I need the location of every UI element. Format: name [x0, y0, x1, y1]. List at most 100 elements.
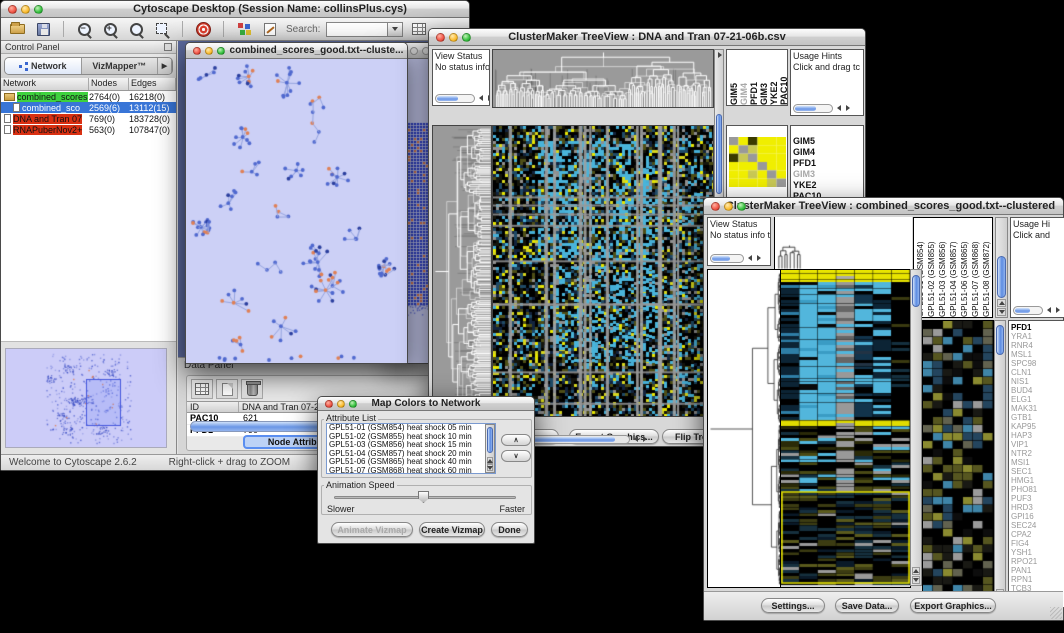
scrollbar-track[interactable] [793, 104, 833, 113]
tv2-export-graphics-button[interactable]: Export Graphics... [910, 598, 996, 613]
move-down-button[interactable]: ∨ [501, 450, 531, 462]
new-attribute-button[interactable] [216, 379, 238, 399]
gene-label[interactable]: SEC24 [1009, 521, 1064, 530]
gene-label[interactable]: PFD1 [791, 158, 863, 169]
gene-label[interactable]: SPC98 [1009, 359, 1064, 368]
close-button[interactable] [436, 33, 445, 42]
minimize-button[interactable] [337, 400, 345, 408]
vizmapper-button[interactable] [234, 20, 254, 38]
zoom-window-button[interactable] [737, 202, 746, 211]
zoom-out-button[interactable]: − [74, 20, 94, 38]
gene-label[interactable]: PFD1 [1009, 323, 1064, 332]
scrollbar-thumb[interactable] [716, 114, 722, 194]
dialog-titlebar[interactable]: Map Colors to Network [318, 397, 534, 411]
tv2-heatmap-vscrollbar[interactable] [910, 269, 922, 586]
close-button[interactable] [193, 47, 201, 55]
minimize-button[interactable] [205, 47, 213, 55]
gene-label[interactable]: HAP3 [1009, 431, 1064, 440]
gene-label[interactable]: VIP1 [1009, 440, 1064, 449]
tv1-heatmap[interactable] [492, 125, 714, 417]
scroll-right-icon[interactable] [643, 436, 650, 442]
birdseye-view[interactable] [5, 348, 167, 448]
scrollbar-thumb[interactable] [712, 256, 730, 261]
scrollbar-track[interactable] [1013, 306, 1043, 315]
col-id[interactable]: ID [187, 402, 239, 412]
column-label[interactable]: GPL51-04 (GSM857) [948, 218, 959, 317]
network-row[interactable]: RNAPuberNov2+ 563(0) 107847(0) [1, 124, 176, 135]
tab-overflow-button[interactable]: ▶ [158, 58, 172, 74]
tv2-column-dendrogram[interactable] [774, 217, 912, 270]
network-canvas[interactable] [186, 59, 407, 363]
gene-label[interactable]: GIM3 [791, 169, 863, 180]
zoom-window-button[interactable] [34, 5, 43, 14]
gene-label[interactable]: NTR2 [1009, 449, 1064, 458]
gene-label[interactable]: SEC1 [1009, 467, 1064, 476]
column-label[interactable]: GIM3 [759, 50, 769, 105]
tv2-save-data-button[interactable]: Save Data... [835, 598, 899, 613]
gene-label[interactable]: CLN1 [1009, 368, 1064, 377]
gene-label[interactable]: PHO81 [1009, 485, 1064, 494]
gene-label[interactable]: RPO21 [1009, 557, 1064, 566]
gene-label[interactable]: BUD4 [1009, 386, 1064, 395]
scrollbar-track[interactable] [710, 254, 744, 263]
delete-attribute-button[interactable] [241, 379, 263, 399]
scrollbar-thumb[interactable] [1015, 308, 1030, 313]
gene-label[interactable]: PUF3 [1009, 494, 1064, 503]
scrollbar-thumb[interactable] [912, 275, 920, 307]
scrollbar-track[interactable] [435, 94, 475, 103]
column-label[interactable]: YKE2 [769, 50, 779, 105]
zoom-selected-button[interactable] [152, 20, 172, 38]
network-row[interactable]: combined_scores 2764(0) 16218(0) [1, 91, 176, 102]
tv2-zoom-heatmap[interactable] [922, 320, 994, 608]
tv2-genelist-vscrollbar[interactable] [994, 320, 1006, 608]
scroll-right-icon[interactable] [846, 105, 853, 111]
gene-label[interactable]: KAP95 [1009, 422, 1064, 431]
gene-label[interactable]: YKE2 [791, 180, 863, 191]
zoom-window-button[interactable] [217, 47, 225, 55]
scroll-right-icon[interactable] [1056, 307, 1063, 313]
tv1-status-hscrollbar[interactable] [435, 93, 490, 103]
scroll-left-icon[interactable] [476, 95, 483, 101]
minimize-button[interactable] [21, 5, 30, 14]
attribute-list-vscrollbar[interactable] [485, 424, 495, 473]
network-row[interactable]: DNA and Tran 07 769(0) 183728(0) [1, 113, 176, 124]
gene-label[interactable]: CPA2 [1009, 530, 1064, 539]
move-up-button[interactable]: ∧ [501, 434, 531, 446]
search-input[interactable] [326, 22, 388, 37]
gene-label[interactable]: RNR4 [1009, 341, 1064, 350]
attribute-list-item[interactable]: GPL51-07 (GSM868) heat shock 60 min [327, 467, 495, 474]
scroll-left-icon[interactable] [631, 436, 638, 442]
main-titlebar[interactable]: Cytoscape Desktop (Session Name: collins… [1, 1, 469, 18]
close-button[interactable] [711, 202, 720, 211]
attribute-select-button[interactable] [191, 379, 213, 399]
gene-label[interactable]: FIG4 [1009, 539, 1064, 548]
zoom-fit-button[interactable] [126, 20, 146, 38]
scroll-down-icon[interactable] [999, 310, 1005, 317]
column-label[interactable]: GPL51-02 (GSM855) [926, 218, 937, 317]
gene-label[interactable]: PAN1 [1009, 566, 1064, 575]
gene-label[interactable]: GIM5 [791, 136, 863, 147]
scroll-left-icon[interactable] [834, 105, 841, 111]
annotation-button[interactable] [260, 20, 280, 38]
tv2-heatmap[interactable] [780, 269, 911, 588]
gene-label[interactable]: RPN1 [1009, 575, 1064, 584]
scroll-up-icon[interactable] [999, 298, 1005, 305]
column-label[interactable]: GPL51-06 (GSM865) [959, 218, 970, 317]
scrollbar-thumb[interactable] [437, 96, 458, 101]
resize-grip[interactable] [1050, 607, 1062, 619]
tv2-settings-button[interactable]: Settings... [761, 598, 825, 613]
network-view-titlebar[interactable]: combined_scores_good.txt--cluste... [186, 43, 407, 59]
scroll-left-icon[interactable] [745, 255, 752, 261]
zoom-in-button[interactable]: + [100, 20, 120, 38]
gene-label[interactable]: YSH1 [1009, 548, 1064, 557]
tv2-hints-hscrollbar[interactable] [1013, 305, 1063, 315]
gene-label[interactable]: NIS1 [1009, 377, 1064, 386]
col-nodes[interactable]: Nodes [89, 78, 129, 90]
tv2-labels-vscrollbar[interactable] [995, 217, 1008, 318]
network-row[interactable]: combined_sco 2569(6) 13112(15) [1, 102, 176, 113]
close-button[interactable] [325, 400, 333, 408]
create-vizmap-button[interactable]: Create Vizmap [419, 522, 485, 537]
treeview1-titlebar[interactable]: ClusterMaker TreeView : DNA and Tran 07-… [429, 29, 865, 46]
minimize-button[interactable] [449, 33, 458, 42]
expander-icon[interactable] [718, 52, 725, 58]
